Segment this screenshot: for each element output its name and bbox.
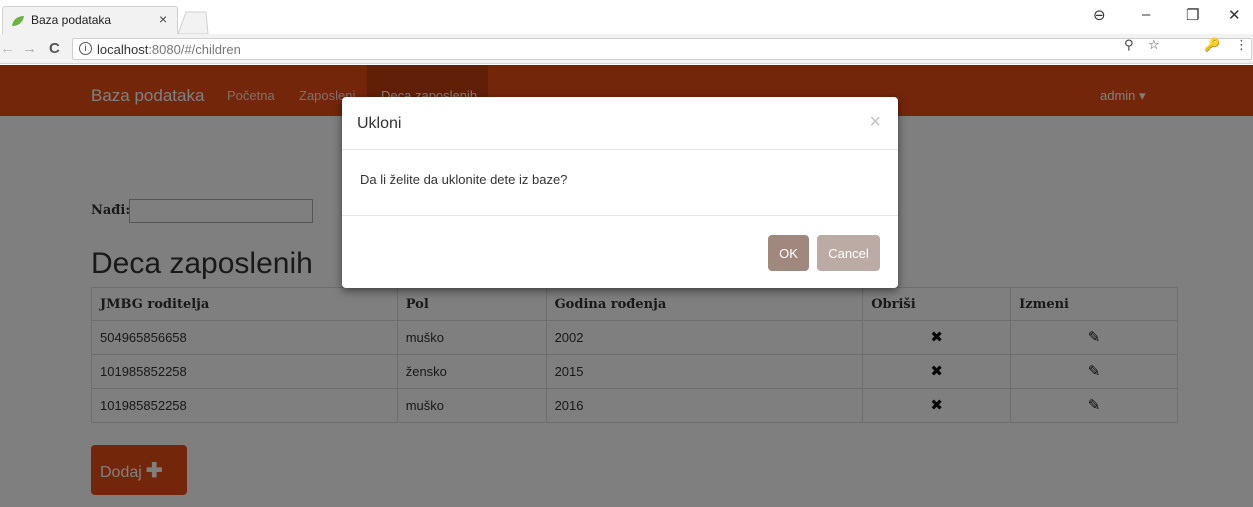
- minimize-button[interactable]: –: [1142, 6, 1150, 23]
- close-window-button[interactable]: ✕: [1228, 6, 1241, 24]
- browser-tab[interactable]: Baza podataka ×: [2, 6, 178, 34]
- url-path: :8080/#/children: [148, 42, 241, 57]
- tab-title: Baza podataka: [31, 13, 112, 27]
- restore-button[interactable]: ❐: [1186, 6, 1199, 24]
- extension-icon[interactable]: 🔑: [1204, 37, 1220, 53]
- account-icon[interactable]: ⊖: [1093, 6, 1106, 24]
- dialog-header: Ukloni ×: [342, 97, 898, 150]
- dialog-footer: OK Cancel: [342, 215, 898, 288]
- url-host: localhost: [97, 42, 149, 57]
- page: Baza podataka Početna Zaposleni Deca zap…: [0, 65, 1253, 507]
- star-icon[interactable]: ☆: [1148, 37, 1160, 53]
- back-icon[interactable]: ←: [0, 40, 15, 57]
- reload-icon[interactable]: C: [49, 40, 60, 57]
- dialog-message: Da li želite da uklonite dete iz baze?: [360, 172, 568, 187]
- url-text: localhost:8080/#/children: [97, 42, 241, 57]
- browser-tabstrip: Baza podataka × ⊖ – ❐ ✕: [0, 0, 1253, 34]
- leaf-icon: [12, 16, 24, 26]
- cancel-button[interactable]: Cancel: [817, 235, 880, 271]
- tab-close-icon[interactable]: ×: [159, 11, 167, 27]
- menu-icon[interactable]: ⋮: [1235, 37, 1248, 53]
- info-icon[interactable]: i: [79, 42, 92, 55]
- confirm-dialog: Ukloni × Da li želite da uklonite dete i…: [342, 97, 898, 288]
- forward-icon[interactable]: →: [22, 40, 37, 57]
- url-field[interactable]: i localhost:8080/#/children: [72, 38, 1252, 60]
- address-bar: ← → C i localhost:8080/#/children ⚲ ☆ 🔑 …: [0, 34, 1253, 64]
- new-tab-button[interactable]: [176, 10, 210, 34]
- dialog-title: Ukloni: [357, 115, 402, 132]
- close-icon[interactable]: ×: [869, 111, 881, 134]
- key-icon[interactable]: ⚲: [1124, 37, 1134, 53]
- ok-button[interactable]: OK: [768, 235, 809, 271]
